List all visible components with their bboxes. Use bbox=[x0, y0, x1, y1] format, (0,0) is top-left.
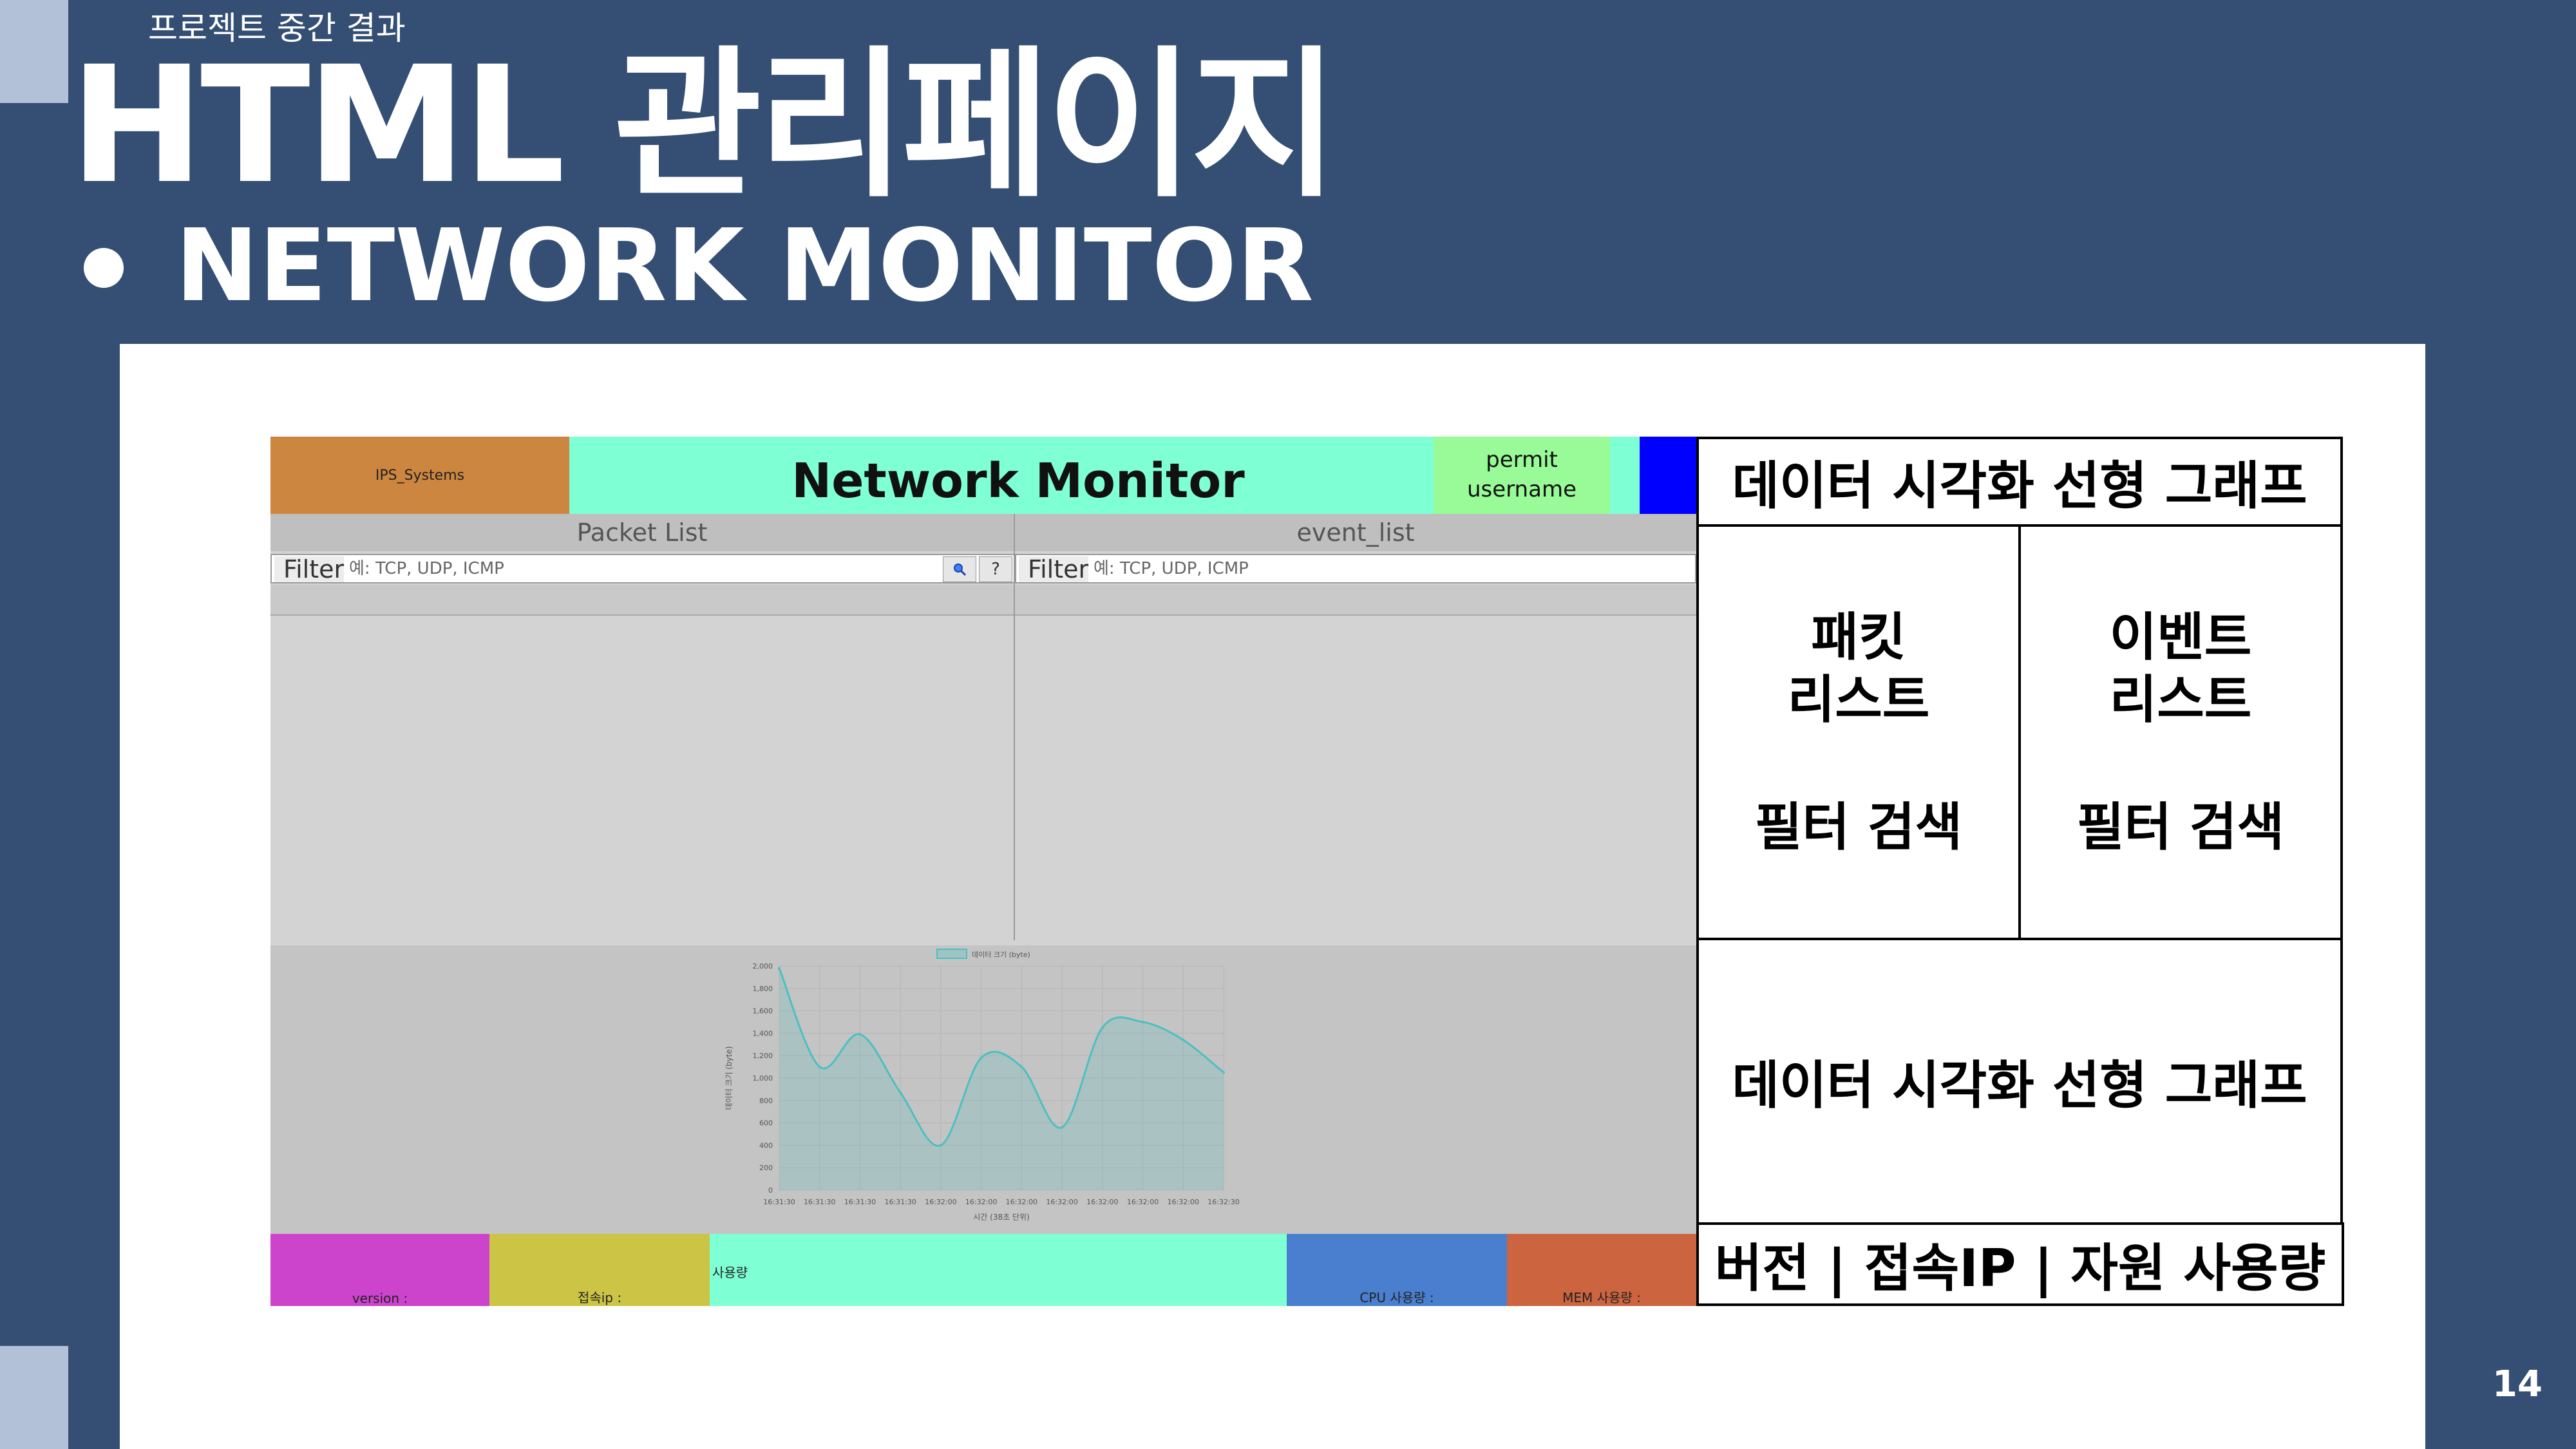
chart-ytick-label: 1,200 bbox=[753, 1052, 773, 1060]
chart-xtick-label: 16:32:00 bbox=[1086, 1198, 1118, 1206]
chart-data-point bbox=[858, 1033, 862, 1036]
menu-button[interactable] bbox=[1640, 437, 1696, 514]
mem-label: MEM 사용량 : bbox=[1562, 1290, 1641, 1305]
chart-xtick-label: 16:32:30 bbox=[1208, 1198, 1239, 1206]
chart-legend-swatch bbox=[936, 949, 967, 959]
annotation-event-line3: 필터 검색 bbox=[2076, 797, 2285, 857]
chart-data-point bbox=[1061, 1126, 1064, 1129]
annotation-bottom-graph: 데이터 시각화 선형 그래프 bbox=[1696, 938, 2343, 1225]
event-list-area[interactable] bbox=[1015, 618, 1696, 940]
usage-label: 사용량 bbox=[712, 1265, 748, 1280]
corner-accent-bottom bbox=[0, 1346, 68, 1449]
packet-list-area[interactable] bbox=[270, 618, 1014, 940]
version-label: version : bbox=[352, 1291, 408, 1306]
chart-x-axis-label: 시간 (38초 단위) bbox=[973, 1213, 1029, 1222]
chart-data-point bbox=[818, 1065, 821, 1068]
event-filter-input[interactable] bbox=[1090, 555, 1682, 582]
chart-legend-label: 데이터 크기 (byte) bbox=[972, 951, 1030, 959]
mock-header: IPS_Systems Network Monitor permit usern… bbox=[270, 437, 1735, 514]
packet-filter-label: Filter bbox=[274, 556, 344, 582]
chart-ytick-label: 400 bbox=[759, 1141, 773, 1150]
chart-xtick-label: 16:31:30 bbox=[763, 1198, 795, 1206]
chart-xtick-label: 16:32:00 bbox=[1006, 1198, 1037, 1206]
chart-data-point bbox=[1020, 1065, 1023, 1068]
chart-data-point bbox=[1101, 1026, 1104, 1029]
annotation-top-graph: 데이터 시각화 선형 그래프 bbox=[1696, 437, 2343, 527]
packet-list-title: Packet List bbox=[270, 514, 1014, 551]
chart-xtick-label: 16:31:30 bbox=[844, 1198, 876, 1206]
annotation-event-line1: 이벤트 bbox=[2109, 607, 2252, 667]
ip-label: 접속ip : bbox=[577, 1290, 622, 1305]
chart-data-point bbox=[1182, 1038, 1185, 1041]
packet-filter-input[interactable] bbox=[345, 555, 938, 582]
chart-xtick-label: 16:32:00 bbox=[925, 1198, 956, 1206]
chart-ytick-label: 0 bbox=[768, 1186, 773, 1195]
cpu-label: CPU 사용량 : bbox=[1359, 1290, 1434, 1305]
annotation-packet-line2: 리스트 bbox=[1787, 670, 1930, 730]
annotation-packet-line3: 필터 검색 bbox=[1754, 797, 1963, 857]
page-number: 14 bbox=[2492, 1363, 2543, 1405]
usage-cell: 사용량 bbox=[710, 1234, 1287, 1306]
packet-list-header-strip bbox=[270, 585, 1014, 616]
search-icon[interactable] bbox=[943, 556, 976, 582]
annotation-packet-list: 패킷 리스트 필터 검색 bbox=[1696, 524, 2021, 940]
packet-filter-row: Filter ? bbox=[270, 554, 1015, 583]
chart-ytick-label: 1,000 bbox=[753, 1074, 773, 1083]
chart-xtick-label: 16:32:00 bbox=[1168, 1198, 1199, 1206]
network-monitor-mockup: IPS_Systems Network Monitor permit usern… bbox=[270, 437, 1735, 1306]
chart-data-point bbox=[980, 1056, 983, 1059]
app-title: Network Monitor bbox=[791, 453, 1245, 509]
chart-ytick-label: 2,000 bbox=[753, 962, 773, 971]
annotation-event-line2: 리스트 bbox=[2109, 670, 2252, 730]
chart-xtick-label: 16:32:00 bbox=[965, 1198, 997, 1206]
event-list-header-strip bbox=[1015, 585, 1696, 616]
pane-divider bbox=[1014, 514, 1015, 940]
graph-panel: 0 200 400 600 800 1,000 1,200 1,400 1,600 1,800 2,… bbox=[270, 945, 1696, 1242]
annotation-packet-line1: 패킷 bbox=[1811, 607, 1906, 667]
version-cell: version : bbox=[270, 1234, 489, 1306]
chart-ytick-label: 1,800 bbox=[753, 985, 773, 993]
username-label: username bbox=[1467, 477, 1577, 502]
mem-cell: MEM 사용량 : bbox=[1507, 1234, 1696, 1306]
chart-data-point bbox=[1141, 1021, 1144, 1023]
chart-y-axis-label: 데이터 크기 (byte) bbox=[724, 1046, 734, 1110]
chart-xtick-label: 16:32:00 bbox=[1127, 1198, 1159, 1206]
chart-ytick-label: 200 bbox=[759, 1164, 773, 1172]
chart-xtick-label: 16:31:30 bbox=[884, 1198, 916, 1206]
permit-label: permit bbox=[1486, 447, 1558, 473]
brand-label[interactable]: IPS_Systems bbox=[270, 437, 569, 514]
status-footer: version : 접속ip : 사용량 CPU 사용량 : MEM 사용량 : bbox=[270, 1234, 1696, 1306]
help-button[interactable]: ? bbox=[979, 556, 1012, 582]
chart-xtick-label: 16:32:00 bbox=[1046, 1198, 1077, 1206]
event-list-title: event_list bbox=[1015, 514, 1696, 551]
event-filter-label: Filter bbox=[1019, 556, 1088, 582]
annotation-event-list: 이벤트 리스트 필터 검색 bbox=[2018, 524, 2343, 940]
chart-ytick-label: 1,600 bbox=[753, 1007, 773, 1016]
annotation-footer: 버전 | 접속IP | 자원 사용량 bbox=[1696, 1222, 2344, 1306]
chart-data-point bbox=[1222, 1071, 1225, 1074]
corner-accent-top bbox=[0, 0, 68, 103]
bullet-dot bbox=[84, 248, 124, 288]
slide-title: HTML 관리페이지 bbox=[70, 32, 1339, 219]
chart-data-point bbox=[899, 1091, 902, 1094]
ip-cell: 접속ip : bbox=[489, 1234, 710, 1306]
section-title: NETWORK MONITOR bbox=[175, 207, 1314, 324]
chart-ytick-label: 600 bbox=[759, 1119, 773, 1128]
event-filter-row: Filter bbox=[1015, 554, 1696, 583]
chart-data-point bbox=[939, 1144, 942, 1147]
chart-data-point bbox=[778, 967, 781, 970]
chart-ytick-label: 800 bbox=[759, 1097, 773, 1105]
user-info-box[interactable]: permit username bbox=[1434, 437, 1610, 514]
cpu-cell: CPU 사용량 : bbox=[1287, 1234, 1507, 1306]
line-chart: 0 200 400 600 800 1,000 1,200 1,400 1,600 1,800 2,… bbox=[724, 949, 1240, 1222]
chart-ytick-label: 1,400 bbox=[753, 1029, 773, 1037]
chart-xtick-label: 16:31:30 bbox=[804, 1198, 835, 1206]
